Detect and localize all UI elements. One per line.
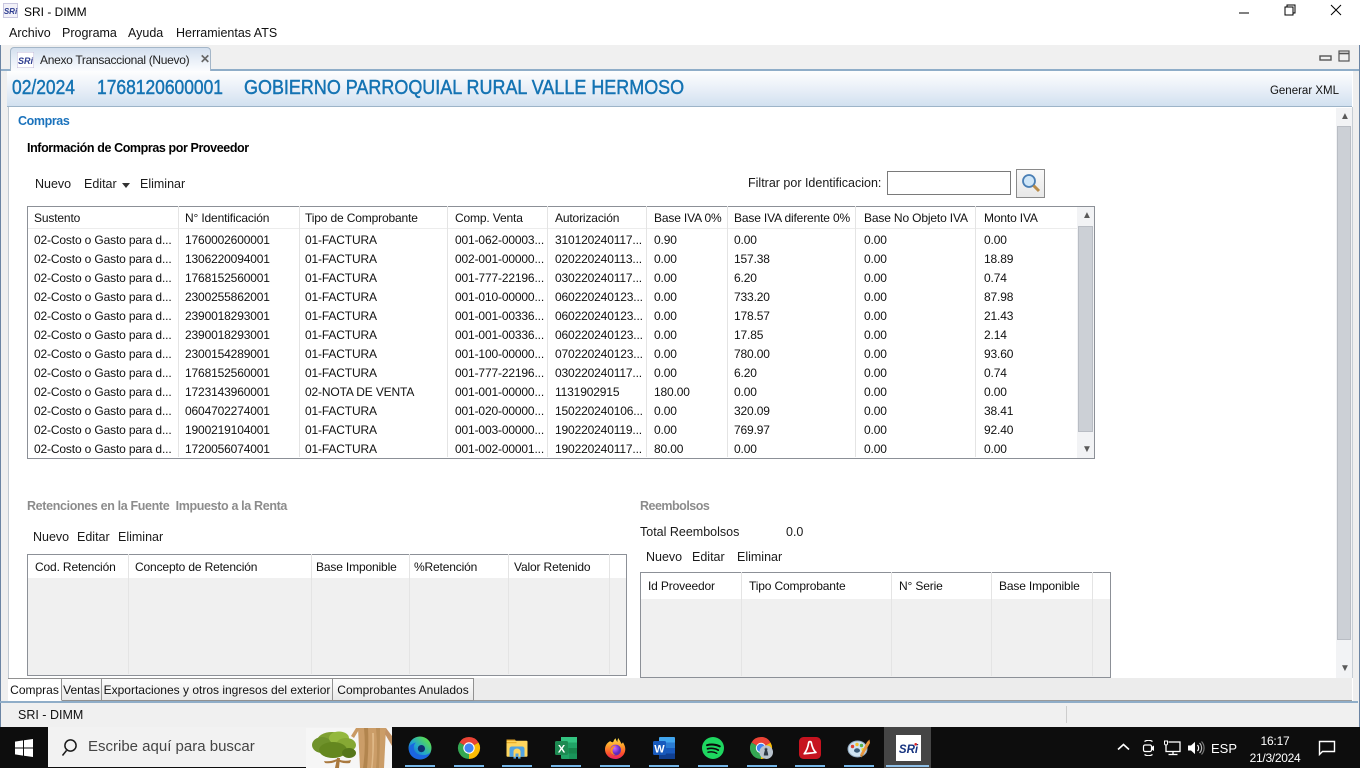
svg-text:SRi: SRi (18, 56, 34, 66)
svg-text:SRi: SRi (4, 7, 18, 16)
svg-text:X: X (558, 744, 566, 756)
svg-text:W: W (654, 744, 665, 756)
svg-text:SRi: SRi (899, 744, 919, 756)
